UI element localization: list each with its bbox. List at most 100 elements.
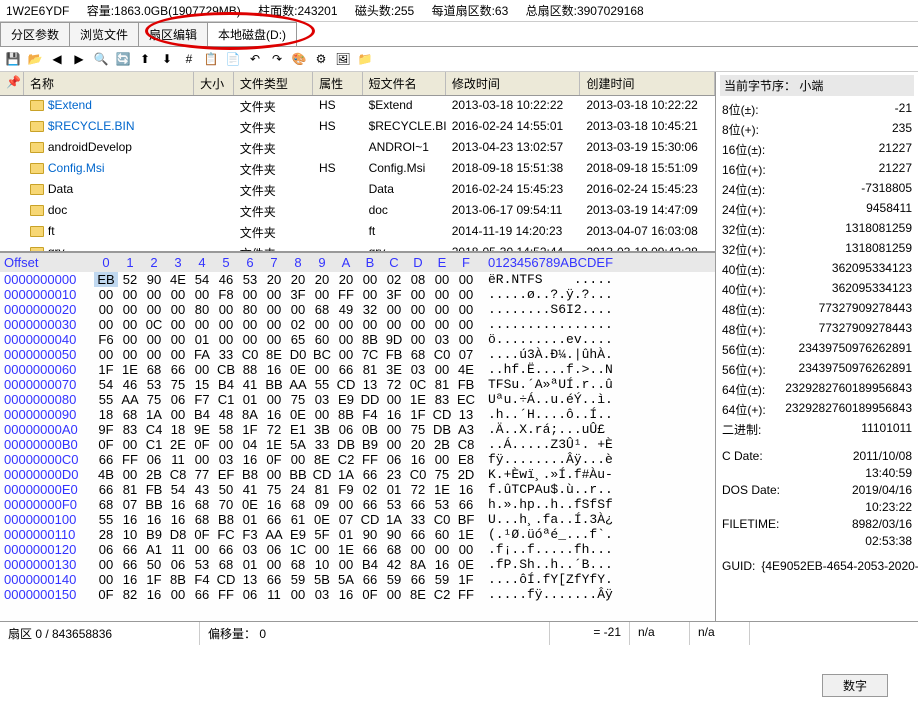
hex-byte[interactable]: 59 bbox=[286, 572, 310, 587]
hex-byte[interactable]: DB bbox=[430, 422, 454, 437]
hex-byte[interactable]: 77 bbox=[190, 467, 214, 482]
hex-byte[interactable]: 4E bbox=[454, 362, 478, 377]
hex-byte[interactable]: 1A bbox=[334, 467, 358, 482]
hex-byte[interactable]: 83 bbox=[430, 392, 454, 407]
hex-byte[interactable]: 00 bbox=[166, 302, 190, 317]
hex-byte[interactable]: 81 bbox=[358, 362, 382, 377]
hex-byte[interactable]: 68 bbox=[118, 407, 142, 422]
refresh-icon[interactable]: 🔄 bbox=[114, 50, 132, 68]
hex-byte[interactable]: AA bbox=[286, 377, 310, 392]
hex-byte[interactable]: 68 bbox=[94, 497, 118, 512]
hex-byte[interactable]: 07 bbox=[334, 512, 358, 527]
hex-byte[interactable]: C1 bbox=[214, 392, 238, 407]
hex-byte[interactable]: 00 bbox=[382, 587, 406, 602]
hex-byte[interactable]: 9E bbox=[190, 422, 214, 437]
hex-byte[interactable]: 00 bbox=[358, 272, 382, 287]
hex-byte[interactable]: 00 bbox=[142, 287, 166, 302]
hex-byte[interactable]: 00 bbox=[430, 542, 454, 557]
hex-byte[interactable]: B4 bbox=[358, 557, 382, 572]
hex-byte[interactable]: 80 bbox=[238, 302, 262, 317]
hex-byte[interactable]: 20 bbox=[310, 272, 334, 287]
hex-byte[interactable]: 03 bbox=[406, 362, 430, 377]
redo-icon[interactable]: ↷ bbox=[268, 50, 286, 68]
hex-byte[interactable]: CD bbox=[310, 467, 334, 482]
hex-byte[interactable]: 02 bbox=[358, 482, 382, 497]
hex-byte[interactable]: F6 bbox=[94, 332, 118, 347]
hex-byte[interactable]: 75 bbox=[262, 482, 286, 497]
hex-byte[interactable]: 20 bbox=[406, 437, 430, 452]
hex-byte[interactable]: FF bbox=[334, 287, 358, 302]
hex-byte[interactable]: 00 bbox=[334, 557, 358, 572]
hex-byte[interactable]: 66 bbox=[262, 512, 286, 527]
hex-byte[interactable]: 00 bbox=[238, 317, 262, 332]
hex-byte[interactable]: 1A bbox=[142, 407, 166, 422]
col-mod[interactable]: 修改时间 bbox=[446, 72, 581, 95]
hex-byte[interactable]: 03 bbox=[238, 542, 262, 557]
hex-byte[interactable]: 59 bbox=[382, 572, 406, 587]
hex-byte[interactable]: 16 bbox=[454, 482, 478, 497]
hex-byte[interactable]: 68 bbox=[406, 347, 430, 362]
hex-byte[interactable]: 02 bbox=[382, 272, 406, 287]
hex-byte[interactable]: BC bbox=[310, 347, 334, 362]
hex-byte[interactable]: 81 bbox=[430, 377, 454, 392]
hex-editor[interactable]: Offset 0123456789ABCDEF 0123456789ABCDEF… bbox=[0, 252, 715, 621]
hex-byte[interactable]: 8E bbox=[406, 587, 430, 602]
hex-byte[interactable]: C2 bbox=[430, 587, 454, 602]
hex-byte[interactable]: 13 bbox=[238, 572, 262, 587]
hex-byte[interactable]: 88 bbox=[238, 362, 262, 377]
hex-byte[interactable]: 00 bbox=[262, 317, 286, 332]
hex-byte[interactable]: 1E bbox=[430, 482, 454, 497]
hex-byte[interactable]: FB bbox=[454, 377, 478, 392]
hex-byte[interactable]: 72 bbox=[262, 422, 286, 437]
hex-byte[interactable]: CD bbox=[334, 377, 358, 392]
hex-byte[interactable]: 9D bbox=[382, 332, 406, 347]
gear-icon[interactable]: ⚙ bbox=[312, 50, 330, 68]
hex-byte[interactable]: C0 bbox=[430, 512, 454, 527]
hex-byte[interactable]: A1 bbox=[142, 542, 166, 557]
hex-byte[interactable]: 00 bbox=[214, 317, 238, 332]
hex-byte[interactable]: 1C bbox=[286, 542, 310, 557]
hex-byte[interactable]: 0E bbox=[238, 497, 262, 512]
hex-byte[interactable]: 00 bbox=[94, 317, 118, 332]
hex-byte[interactable]: 00 bbox=[142, 347, 166, 362]
hex-byte[interactable]: 32 bbox=[358, 302, 382, 317]
hex-byte[interactable]: 1F bbox=[142, 572, 166, 587]
hex-byte[interactable]: 00 bbox=[430, 302, 454, 317]
hex-byte[interactable]: DD bbox=[358, 392, 382, 407]
hex-byte[interactable]: 23 bbox=[382, 467, 406, 482]
hex-byte[interactable]: 53 bbox=[430, 497, 454, 512]
digits-button[interactable]: 数字 bbox=[822, 674, 888, 697]
hex-byte[interactable]: 66 bbox=[406, 497, 430, 512]
hex-byte[interactable]: C8 bbox=[166, 467, 190, 482]
hex-byte[interactable]: 10 bbox=[310, 557, 334, 572]
hex-byte[interactable]: 06 bbox=[166, 557, 190, 572]
hex-byte[interactable]: 06 bbox=[238, 587, 262, 602]
hex-byte[interactable]: 00 bbox=[262, 287, 286, 302]
file-row[interactable]: $RECYCLE.BIN文件夹HS$RECYCLE.BIN2016-02-24 … bbox=[0, 117, 715, 138]
hex-byte[interactable]: 66 bbox=[406, 527, 430, 542]
hex-byte[interactable]: 00 bbox=[454, 287, 478, 302]
hex-byte[interactable]: C4 bbox=[142, 422, 166, 437]
hex-byte[interactable]: 4E bbox=[166, 272, 190, 287]
hex-byte[interactable]: 8B bbox=[166, 572, 190, 587]
hex-byte[interactable]: 66 bbox=[214, 542, 238, 557]
hex-byte[interactable]: 53 bbox=[142, 377, 166, 392]
hex-byte[interactable]: 66 bbox=[454, 497, 478, 512]
hex-row[interactable]: 00000001500F82160066FF06110003160F008EC2… bbox=[0, 587, 715, 602]
hex-byte[interactable]: 1E bbox=[262, 437, 286, 452]
hex-byte[interactable]: 00 bbox=[286, 302, 310, 317]
hex-byte[interactable]: 00 bbox=[358, 287, 382, 302]
hex-byte[interactable]: 00 bbox=[430, 452, 454, 467]
hex-byte[interactable]: 00 bbox=[214, 437, 238, 452]
hex-byte[interactable]: 16 bbox=[262, 407, 286, 422]
hex-row[interactable]: 00000001200666A111006603061C001E66680000… bbox=[0, 542, 715, 557]
hex-byte[interactable]: 53 bbox=[238, 272, 262, 287]
hex-byte[interactable]: FB bbox=[382, 347, 406, 362]
hex-byte[interactable]: 00 bbox=[142, 332, 166, 347]
hex-byte[interactable]: A3 bbox=[454, 422, 478, 437]
hex-byte[interactable]: DB bbox=[334, 437, 358, 452]
hex-byte[interactable]: 1F bbox=[406, 407, 430, 422]
hex-byte[interactable]: 60 bbox=[310, 332, 334, 347]
hex-byte[interactable]: 20 bbox=[286, 272, 310, 287]
hex-byte[interactable]: 1E bbox=[454, 527, 478, 542]
